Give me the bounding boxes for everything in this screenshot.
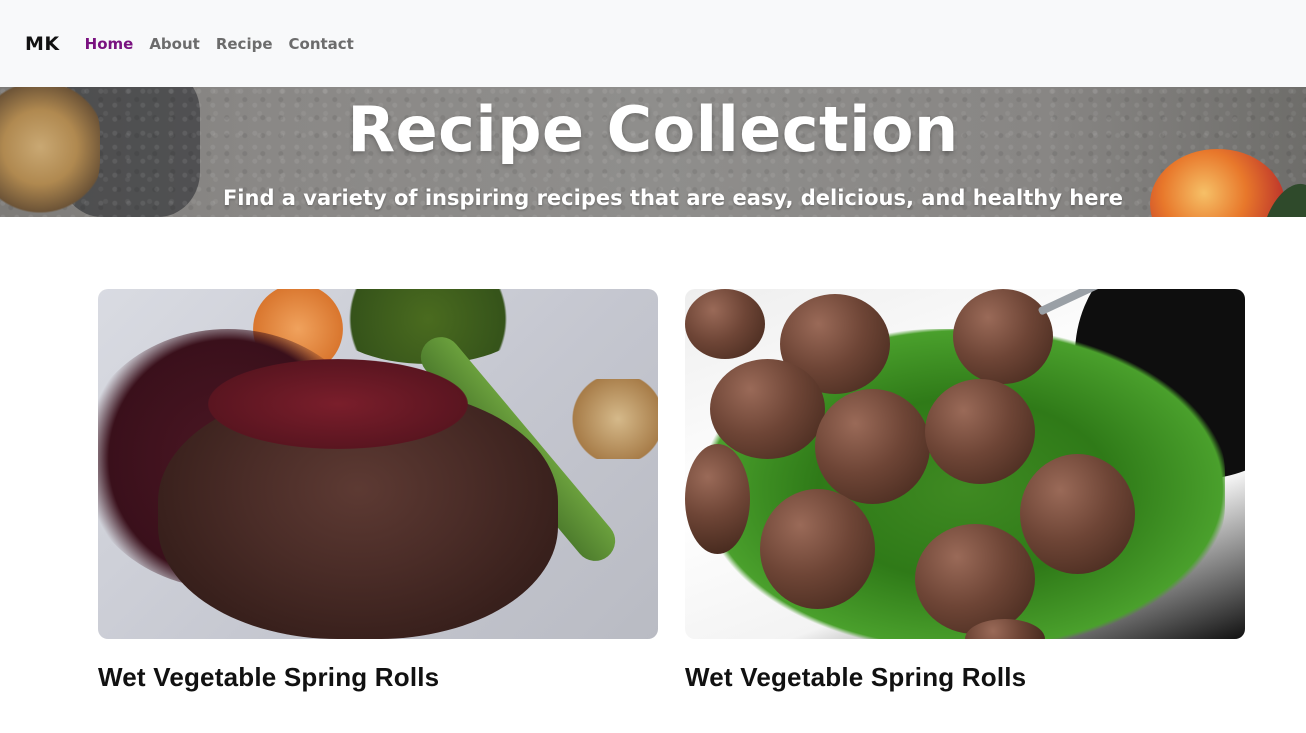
nav-links: Home About Recipe Contact — [85, 35, 354, 53]
hero-title: Recipe Collection — [347, 93, 959, 166]
meatball — [710, 359, 825, 459]
recipe-title[interactable]: Wet Vegetable Spring Rolls — [98, 662, 658, 693]
recipe-image-meatballs[interactable] — [685, 289, 1245, 639]
meatball — [915, 524, 1035, 634]
meatball — [760, 489, 875, 609]
navbar: MK Home About Recipe Contact — [0, 0, 1306, 87]
meatball — [685, 444, 750, 554]
nav-link-home[interactable]: Home — [85, 35, 134, 53]
meatball — [925, 379, 1035, 484]
potato-garnish — [568, 379, 658, 459]
nav-link-contact[interactable]: Contact — [289, 35, 354, 53]
meatball — [685, 289, 765, 359]
brand-logo[interactable]: MK — [25, 33, 60, 55]
hero-banner: Recipe Collection Find a variety of insp… — [0, 87, 1306, 217]
recipe-cards: Wet Vegetable Spring Rolls Wet Vegetable… — [98, 289, 1245, 693]
hero-subtitle: Find a variety of inspiring recipes that… — [222, 186, 1124, 210]
recipe-image-steak[interactable] — [98, 289, 658, 639]
recipe-title[interactable]: Wet Vegetable Spring Rolls — [685, 662, 1245, 693]
nav-link-recipe[interactable]: Recipe — [216, 35, 273, 53]
recipe-card[interactable]: Wet Vegetable Spring Rolls — [685, 289, 1245, 693]
nav-link-about[interactable]: About — [149, 35, 200, 53]
recipe-card[interactable]: Wet Vegetable Spring Rolls — [98, 289, 658, 693]
meatball — [1020, 454, 1135, 574]
meatball — [953, 289, 1053, 384]
meatball — [815, 389, 930, 504]
steak-glaze — [208, 359, 468, 449]
